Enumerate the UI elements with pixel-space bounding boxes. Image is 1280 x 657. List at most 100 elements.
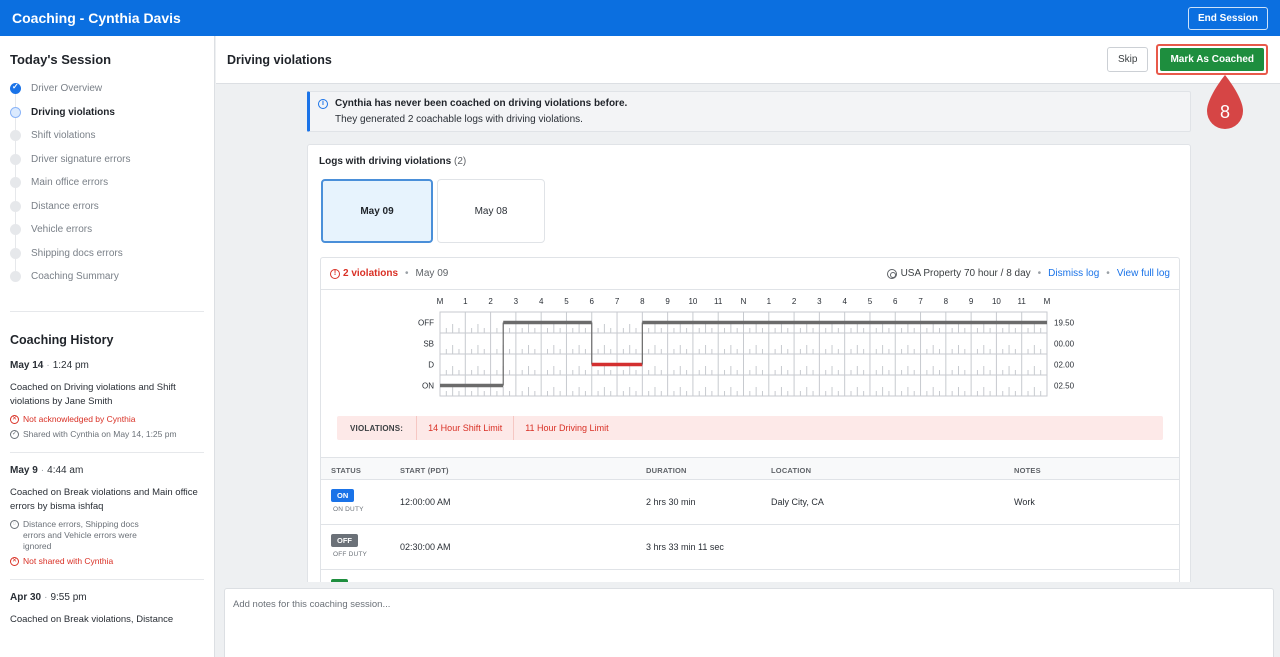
hour-tick-label: 1 xyxy=(767,297,772,306)
info-line-2: They generated 2 coachable logs with dri… xyxy=(335,114,583,125)
log-panel-header: ! 2 violations • May 09 USA Property 70 h… xyxy=(321,258,1179,290)
hour-tick-label: 2 xyxy=(488,297,493,306)
coaching-notes-input[interactable] xyxy=(224,588,1274,657)
session-title: Today's Session xyxy=(10,52,112,67)
violation-11-hour-driving: 11 Hour Driving Limit xyxy=(525,423,609,433)
step-shift-violations[interactable]: Shift violations xyxy=(10,124,204,148)
col-notes: NOTES xyxy=(1014,466,1041,475)
cell-duration: 3 hrs 33 min 11 sec xyxy=(646,542,724,552)
table-row[interactable]: ON ON DUTY 12:00:00 AM 2 hrs 30 min Daly… xyxy=(321,480,1179,525)
status-sub: OFF DUTY xyxy=(333,551,368,558)
step-coaching-summary[interactable]: Coaching Summary xyxy=(10,265,204,289)
status-badge: OFF xyxy=(331,534,358,547)
history-meta: ◌ Distance errors, Shipping docs errors a… xyxy=(10,519,204,552)
hour-tick-label: 5 xyxy=(868,297,873,306)
hour-tick-label: 8 xyxy=(640,297,645,306)
step-main-office-errors[interactable]: Main office errors xyxy=(10,171,204,195)
cell-duration: 2 hrs 30 min xyxy=(646,497,696,507)
step-label: Driver Overview xyxy=(31,83,103,95)
hour-tick-label: 1 xyxy=(463,297,468,306)
skip-button[interactable]: Skip xyxy=(1107,47,1149,72)
app-title: Coaching - Cynthia Davis xyxy=(12,10,181,26)
step-current-icon xyxy=(10,106,21,118)
duty-table: STATUS START (PDT) DURATION LOCATION NOT… xyxy=(321,457,1179,582)
hour-tick-label: 3 xyxy=(514,297,519,306)
highlight-frame: Mark As Coached xyxy=(1156,44,1268,75)
duty-row-label: OFF xyxy=(418,319,434,328)
step-shipping-docs-errors[interactable]: Shipping docs errors xyxy=(10,242,204,266)
step-label: Main office errors xyxy=(31,177,109,189)
hour-tick-label: 4 xyxy=(842,297,847,306)
hour-tick-label: 6 xyxy=(590,297,595,306)
violations-count: ! 2 violations xyxy=(330,268,398,279)
violation-14-hour-shift: 14 Hour Shift Limit xyxy=(417,416,515,440)
step-pending-icon xyxy=(10,224,21,235)
hour-tick-label: 3 xyxy=(817,297,822,306)
history-desc: Coached on Break violations, Distance xyxy=(10,613,174,625)
step-distance-errors[interactable]: Distance errors xyxy=(10,195,204,219)
table-row[interactable]: OFF OFF DUTY 02:30:00 AM 3 hrs 33 min 11… xyxy=(321,525,1179,570)
hour-tick-label: 7 xyxy=(615,297,620,306)
sidebar: Today's Session Driver Overview Driving … xyxy=(0,36,215,657)
status-badge: ON xyxy=(331,489,355,502)
duty-row-label: ON xyxy=(422,382,434,391)
col-duration: DURATION xyxy=(646,466,687,475)
history-title: Coaching History xyxy=(10,332,114,347)
hour-tick-label: 11 xyxy=(1018,297,1027,306)
logs-card: Logs with driving violations (2) May 09 … xyxy=(307,144,1191,582)
violations-bar-label: VIOLATIONS: xyxy=(337,416,418,440)
history-meta: ✕ Not acknowledged by Cynthia xyxy=(10,413,136,424)
info-icon: i xyxy=(318,99,328,109)
view-full-log-link[interactable]: View full log xyxy=(1117,268,1170,279)
hour-tick-label: 2 xyxy=(792,297,797,306)
duty-row-label: SB xyxy=(423,340,434,349)
history-meta: ✕ Not shared with Cynthia xyxy=(10,555,114,566)
hour-tick-label: 9 xyxy=(969,297,974,306)
duty-row-total: 02.00 xyxy=(1054,361,1075,370)
info-line-1: Cynthia has never been coached on drivin… xyxy=(335,98,628,109)
history-date: May 14 · 1:24 pm xyxy=(10,359,89,371)
hour-tick-label: 4 xyxy=(539,297,544,306)
step-driver-signature-errors[interactable]: Driver signature errors xyxy=(10,148,204,172)
x-circle-icon: ✕ xyxy=(10,556,19,566)
x-circle-icon: ✕ xyxy=(10,414,19,424)
duty-row-total: 02.50 xyxy=(1054,382,1075,391)
col-status: STATUS xyxy=(331,466,362,475)
step-pending-icon xyxy=(10,153,21,165)
hour-tick-label: 10 xyxy=(688,297,697,306)
step-pending-icon xyxy=(10,247,21,259)
step-label: Driving violations xyxy=(31,106,115,118)
dismiss-log-link[interactable]: Dismiss log xyxy=(1048,268,1099,279)
duty-status-graph: M 1 2 3 4 5 6 7 8 9 10 11 N 1 2 3 4 5 6 7 8 9 10 11 M OFF 19.50 SB 0… xyxy=(418,297,1075,397)
end-session-button[interactable]: End Session xyxy=(1187,6,1268,30)
history-date: Apr 30 · 9:55 pm xyxy=(10,591,87,603)
step-driving-violations[interactable]: Driving violations xyxy=(10,101,204,125)
shield-icon: ◌ xyxy=(10,519,19,529)
history-meta: ✓ Shared with Cynthia on May 14, 1:25 pm xyxy=(10,428,177,439)
logs-title: Logs with driving violations (2) xyxy=(319,156,467,167)
hour-tick-label: 9 xyxy=(665,297,670,306)
hour-tick-label: 7 xyxy=(918,297,923,306)
cell-start: 12:00:00 AM xyxy=(400,497,451,507)
notes-area xyxy=(216,582,1280,657)
duty-row-total: 19.50 xyxy=(1054,319,1075,328)
section-header: Driving violations Skip Mark As Coached xyxy=(216,36,1280,84)
log-day-may-08[interactable]: May 08 xyxy=(437,179,545,243)
hour-tick-label: 6 xyxy=(893,297,898,306)
step-driver-overview[interactable]: Driver Overview xyxy=(10,77,204,101)
cell-location: Daly City, CA xyxy=(771,497,824,507)
hour-tick-label: 8 xyxy=(944,297,949,306)
step-vehicle-errors[interactable]: Vehicle errors xyxy=(10,218,204,242)
history-entry: Apr 30 · 9:55 pm Coached on Break violatio… xyxy=(10,592,204,644)
log-panel: ! 2 violations • May 09 USA Property 70 h… xyxy=(320,257,1180,582)
history-desc: Coached on Driving violations and Shift … xyxy=(10,381,176,407)
table-row[interactable]: D xyxy=(321,570,1179,582)
mark-as-coached-button[interactable]: Mark As Coached xyxy=(1160,48,1264,71)
step-pending-icon xyxy=(10,177,21,188)
step-pending-icon xyxy=(10,200,21,212)
duty-row-total: 00.00 xyxy=(1054,340,1075,349)
history-desc: Coached on Break violations and Main off… xyxy=(10,486,198,512)
log-day-may-09[interactable]: May 09 xyxy=(321,179,433,243)
page-title: Driving violations xyxy=(227,52,332,67)
hour-tick-label: 10 xyxy=(992,297,1001,306)
